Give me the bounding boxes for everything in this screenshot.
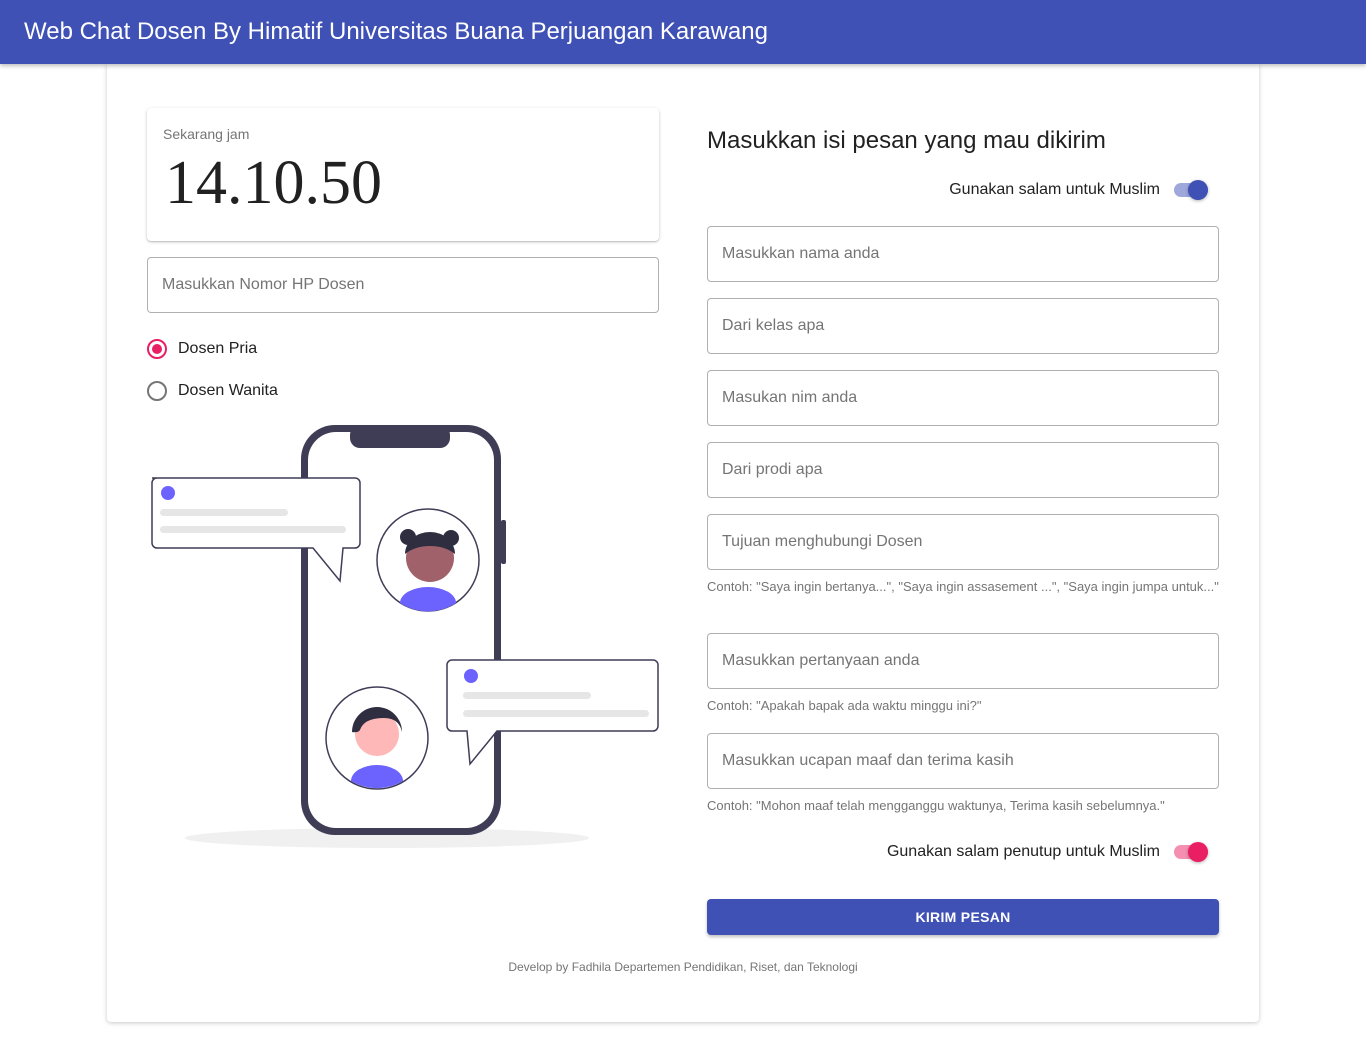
nim-field [707,370,1219,426]
dosen-phone-input[interactable] [148,258,658,312]
chat-illustration-svg [151,425,659,848]
kirim-pesan-button[interactable]: KIRIM PESAN [707,899,1219,935]
penutup-toggle-row: Gunakan salam penutup untuk Muslim [887,840,1210,864]
phone-notch [350,425,450,448]
bubble-top-line-2 [160,526,346,533]
switch-thumb[interactable] [1188,842,1208,862]
radio-label-pria: Dosen Pria [178,340,258,357]
pertanyaan-field [707,633,1219,689]
bubble-top-line-1 [160,509,288,516]
bubble-top-dot [161,486,175,500]
kelas-field [707,298,1219,354]
ucapan-input[interactable] [708,734,1218,788]
prodi-field [707,442,1219,498]
radio-button-unchecked[interactable] [147,381,167,401]
bubble-bottom-dot [464,669,478,683]
dosen-phone-field [147,257,659,313]
salam-toggle-switch[interactable] [1172,178,1210,202]
kelas-input[interactable] [708,299,1218,353]
nama-input[interactable] [708,227,1218,281]
app-title: Web Chat Dosen By Himatif Universitas Bu… [24,18,768,45]
app-bar: Web Chat Dosen By Himatif Universitas Bu… [0,0,1366,64]
ucapan-field [707,733,1219,789]
bubble-bottom-line-2 [463,710,649,717]
switch-thumb[interactable] [1188,180,1208,200]
nim-input[interactable] [708,371,1218,425]
ucapan-hint: Contoh: "Mohon maaf telah mengganggu wak… [707,798,1165,813]
radio-label-wanita: Dosen Wanita [178,382,278,399]
tujuan-input[interactable] [708,515,1218,569]
radio-button-checked[interactable] [147,339,167,359]
radio-dosen-pria[interactable]: Dosen Pria [147,337,257,361]
avatar-female-bun-right [443,530,459,546]
tujuan-field [707,514,1219,570]
avatar-female-bun-left [400,529,416,545]
phone-button [501,520,506,564]
salam-toggle-label: Gunakan salam untuk Muslim [949,181,1160,198]
pertanyaan-input[interactable] [708,634,1218,688]
clock-card: Sekarang jam 14.10.50 [147,108,659,241]
radio-dosen-wanita[interactable]: Dosen Wanita [147,379,278,403]
clock-label: Sekarang jam [163,126,250,142]
footer-credit: Develop by Fadhila Departemen Pendidikan… [508,960,858,974]
nama-field [707,226,1219,282]
tujuan-hint: Contoh: "Saya ingin bertanya...", "Saya … [707,579,1219,594]
penutup-toggle-switch[interactable] [1172,840,1210,864]
penutup-toggle-label: Gunakan salam penutup untuk Muslim [886,843,1160,860]
clock-time: 14.10.50 [165,149,382,217]
pertanyaan-hint: Contoh: "Apakah bapak ada waktu minggu i… [707,698,982,713]
chat-phone-illustration [147,420,659,850]
prodi-input[interactable] [708,443,1218,497]
bubble-bottom-line-1 [463,692,591,699]
form-heading: Masukkan isi pesan yang mau dikirim [707,127,1106,154]
salam-toggle-row: Gunakan salam untuk Muslim [949,178,1210,202]
